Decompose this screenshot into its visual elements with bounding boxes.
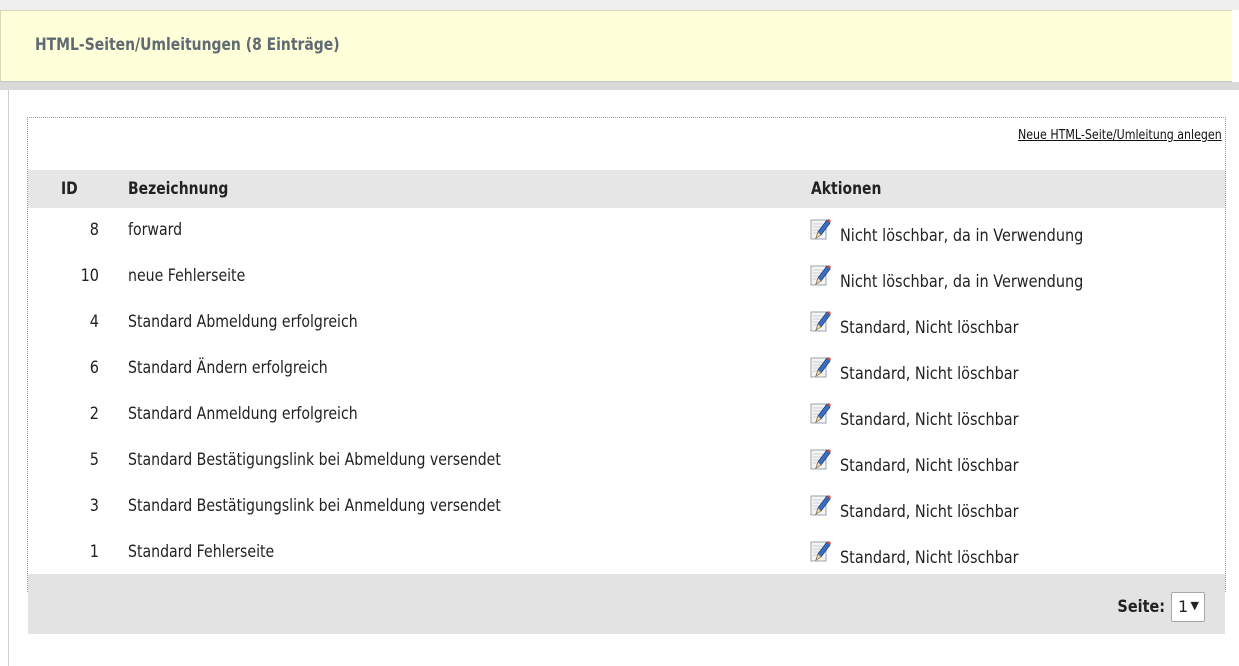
- table-row: 3 Standard Bestätigungslink bei Anmeldung…: [28, 484, 1225, 530]
- row-name: neue Fehlerseite: [128, 266, 246, 286]
- row-name: Standard Ändern erfolgreich: [128, 358, 328, 378]
- row-id: 4: [89, 312, 99, 332]
- row-action-text: Nicht löschbar, da in Verwendung: [840, 272, 1084, 292]
- row-name: Standard Bestätigungslink bei Anmeldung …: [128, 496, 501, 516]
- table-row: 8 forward Nicht löschbar, da in Verwendun…: [28, 208, 1225, 254]
- edit-icon[interactable]: [810, 310, 832, 334]
- row-id: 8: [89, 220, 99, 240]
- row-id: 10: [80, 266, 99, 286]
- row-name: Standard Fehlerseite: [128, 542, 275, 562]
- row-id: 6: [89, 358, 99, 378]
- table-row: 2 Standard Anmeldung erfolgreich Standard…: [28, 392, 1225, 438]
- edit-icon[interactable]: [810, 264, 832, 288]
- table-row: 1 Standard Fehlerseite Standard, Nicht lö…: [28, 530, 1225, 576]
- edit-icon[interactable]: [810, 402, 832, 426]
- table-row: 4 Standard Abmeldung erfolgreich Standard…: [28, 300, 1225, 346]
- table-body: 8 forward Nicht löschbar, da in Verwendun…: [28, 208, 1225, 576]
- chevron-down-icon: ▼: [1190, 599, 1199, 612]
- row-action-text: Standard, Nicht löschbar: [840, 410, 1019, 430]
- row-id: 2: [89, 404, 99, 424]
- new-page-link[interactable]: Neue HTML-Seite/Umleitung anlegen: [1018, 128, 1222, 143]
- pages-panel: Neue HTML-Seite/Umleitung anlegen ID Bez…: [27, 117, 1226, 634]
- row-action-text: Standard, Nicht löschbar: [840, 456, 1019, 476]
- row-name: Standard Bestätigungslink bei Abmeldung …: [128, 450, 501, 470]
- row-name: forward: [128, 220, 183, 240]
- divider: [0, 82, 1239, 90]
- row-name: Standard Abmeldung erfolgreich: [128, 312, 358, 332]
- edit-icon[interactable]: [810, 494, 832, 518]
- row-action-text: Standard, Nicht löschbar: [840, 318, 1019, 338]
- table-header: ID Bezeichnung Aktionen: [28, 170, 1225, 208]
- page-title: HTML-Seiten/Umleitungen (8 Einträge): [35, 35, 340, 55]
- row-id: 3: [89, 496, 99, 516]
- row-id: 5: [89, 450, 99, 470]
- table-row: 5 Standard Bestätigungslink bei Abmeldung…: [28, 438, 1225, 484]
- row-name: Standard Anmeldung erfolgreich: [128, 404, 358, 424]
- row-id: 1: [89, 542, 99, 562]
- row-action-text: Standard, Nicht löschbar: [840, 548, 1019, 568]
- row-action-text: Standard, Nicht löschbar: [840, 364, 1019, 384]
- column-header-name: Bezeichnung: [128, 179, 229, 199]
- page-label: Seite:: [1117, 597, 1165, 617]
- top-strip: [0, 0, 1239, 10]
- page-select-value: 1: [1178, 597, 1189, 616]
- table-footer: Seite: 1 ▼: [28, 574, 1225, 634]
- table-row: 10 neue Fehlerseite Nicht löschbar, da in…: [28, 254, 1225, 300]
- table-row: 6 Standard Ändern erfolgreich Standard, N…: [28, 346, 1225, 392]
- column-header-id: ID: [61, 179, 78, 199]
- section-header: HTML-Seiten/Umleitungen (8 Einträge): [0, 10, 1232, 82]
- edit-icon[interactable]: [810, 356, 832, 380]
- column-header-actions: Aktionen: [811, 179, 882, 199]
- edit-icon[interactable]: [810, 218, 832, 242]
- edit-icon[interactable]: [810, 540, 832, 564]
- left-border: [8, 90, 9, 666]
- edit-icon[interactable]: [810, 448, 832, 472]
- row-action-text: Nicht löschbar, da in Verwendung: [840, 226, 1084, 246]
- row-action-text: Standard, Nicht löschbar: [840, 502, 1019, 522]
- page-select[interactable]: 1 ▼: [1171, 592, 1205, 622]
